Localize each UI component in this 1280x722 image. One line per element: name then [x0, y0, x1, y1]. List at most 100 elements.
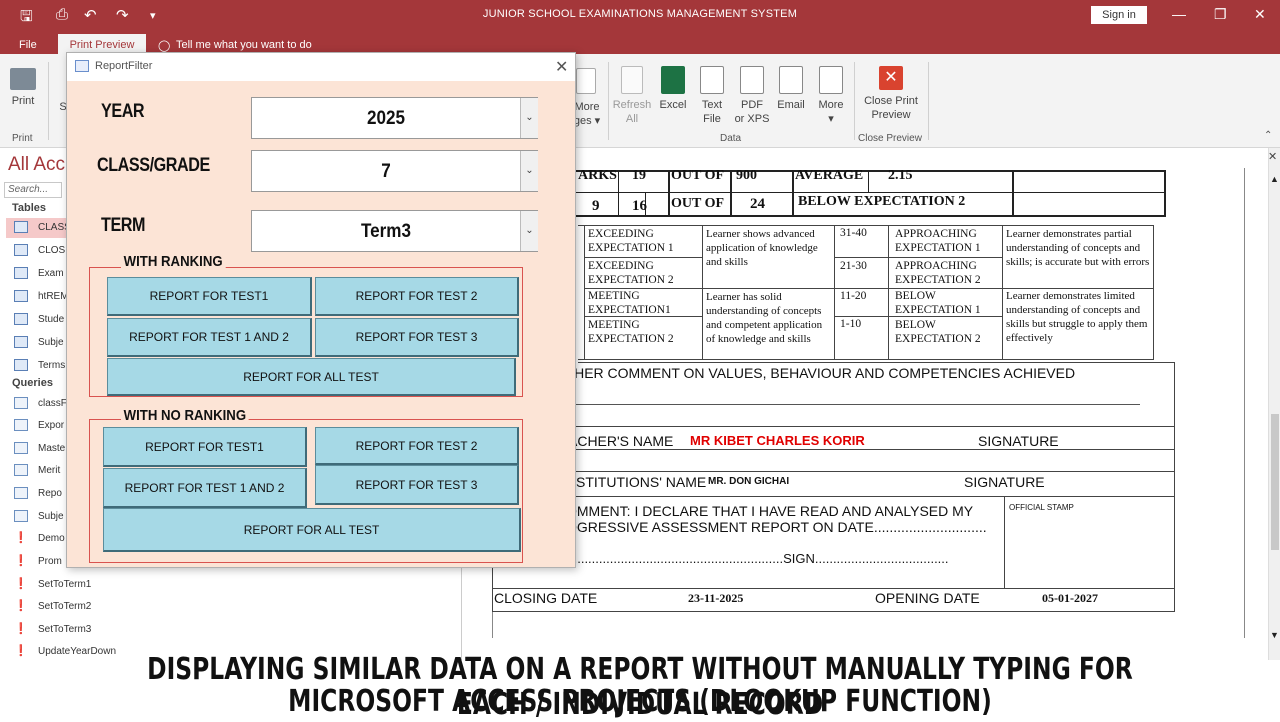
- tab-file[interactable]: File: [19, 39, 37, 51]
- dialog-close-icon[interactable]: ✕: [555, 57, 568, 77]
- email-button[interactable]: Email: [774, 66, 808, 112]
- more-pages-button[interactable]: More ges ▾: [572, 100, 602, 128]
- text-file-icon: [700, 66, 724, 94]
- ranked-test1-and-2-button[interactable]: REPORT FOR TEST 1 AND 2: [107, 318, 312, 357]
- unranked-test1-and-2-button[interactable]: REPORT FOR TEST 1 AND 2: [103, 468, 307, 508]
- nav-macro-item[interactable]: ❗ SetToTerm1: [14, 575, 454, 595]
- scroll-down-icon[interactable]: ▼: [1270, 630, 1279, 640]
- report-out-of-value-2: 24: [750, 196, 765, 212]
- report-out-of-label-2: OUT OF: [671, 196, 725, 211]
- year-combo[interactable]: 2025 ⌄: [251, 97, 538, 139]
- chevron-down-icon[interactable]: ⌄: [520, 151, 538, 191]
- more-pages-icon: [576, 68, 596, 94]
- parent-comment-line1: OMMENT: I DECLARE THAT I HAVE READ AND A…: [566, 503, 974, 519]
- year-value: 2025: [366, 108, 406, 129]
- report-out-of-label: OUT OF: [671, 168, 725, 183]
- head-name-value: MR. DON GICHAI: [708, 476, 790, 487]
- query-icon: [14, 442, 28, 455]
- ranked-test1-button[interactable]: REPORT FOR TEST1: [107, 277, 312, 316]
- ranked-test3-button[interactable]: REPORT FOR TEST 3: [315, 318, 519, 357]
- head-name-label: STITUTIONS' NAME: [576, 474, 707, 490]
- rubric-level-4: MEETING EXPECTATION 2: [588, 319, 674, 345]
- pdf-export-button[interactable]: PDF or XPS: [732, 66, 772, 126]
- query-icon: [14, 419, 28, 432]
- macro-icon: ❗: [14, 645, 28, 658]
- rubric-level-1: EXCEEDING EXPECTATION 1: [588, 228, 674, 254]
- sign-in-button[interactable]: Sign in: [1091, 6, 1147, 24]
- table-icon: [14, 221, 28, 234]
- video-caption: DISPLAYING SIMILAR DATA ON A REPORT WITH…: [0, 652, 1280, 722]
- teacher-name-label: ACHER'S NAME: [568, 433, 674, 449]
- report-position-a: 9: [592, 198, 600, 214]
- scroll-up-icon[interactable]: ▲: [1270, 174, 1279, 184]
- excel-icon: [661, 66, 685, 94]
- rubric-level-2: EXCEEDING EXPECTATION 2: [588, 260, 674, 286]
- form-icon: [75, 60, 89, 72]
- nav-pane-title[interactable]: All Acc: [8, 154, 65, 176]
- class-combo[interactable]: 7 ⌄: [251, 150, 538, 192]
- collapse-ribbon-icon[interactable]: ⌃: [1264, 130, 1272, 141]
- report-filter-dialog[interactable]: ReportFilter ✕ YEAR 2025 ⌄ CLASS/GRADE 7…: [66, 52, 576, 568]
- closing-date-value: 23-11-2025: [688, 591, 744, 605]
- chevron-down-icon[interactable]: ⌄: [520, 98, 538, 138]
- close-window-icon[interactable]: ✕: [1254, 6, 1266, 23]
- restore-icon[interactable]: ❐: [1214, 6, 1227, 23]
- close-report-icon[interactable]: ✕: [1268, 150, 1277, 163]
- rubric-range-2: 21-30: [840, 260, 867, 272]
- year-label: YEAR: [101, 101, 145, 122]
- rubric-range-level-4: BELOW EXPECTATION 2: [895, 319, 981, 345]
- rubric-desc-meeting: Learner has solid understanding of conce…: [706, 291, 823, 345]
- email-icon: [779, 66, 803, 94]
- head-signature-label: SIGNATURE: [964, 474, 1045, 490]
- rubric-desc-below: Learner demonstrates limited understandi…: [1006, 290, 1148, 344]
- scroll-thumb[interactable]: [1271, 414, 1279, 550]
- app-title: JUNIOR SCHOOL EXAMINATIONS MANAGEMENT SY…: [482, 8, 798, 20]
- nav-macro-item[interactable]: ❗ SetToTerm2: [14, 597, 454, 617]
- rubric-level-3: MEETING EXPECTATION1: [588, 290, 671, 316]
- ranked-test2-button[interactable]: REPORT FOR TEST 2: [315, 277, 519, 316]
- tell-me-box[interactable]: Tell me what you want to do: [176, 39, 312, 51]
- table-icon: [14, 267, 28, 280]
- ranking-group-label: WITH RANKING: [121, 253, 226, 270]
- refresh-all-button[interactable]: Refresh All: [612, 66, 652, 126]
- text-file-export-button[interactable]: Text File: [696, 66, 728, 126]
- data-group-label: Data: [720, 133, 742, 144]
- table-icon: [14, 244, 28, 257]
- more-export-icon: [819, 66, 843, 94]
- unranked-test1-button[interactable]: REPORT FOR TEST1: [103, 427, 307, 467]
- nav-section-queries[interactable]: Queries: [12, 377, 53, 389]
- print-group-label: Print: [12, 133, 33, 144]
- macro-icon: ❗: [14, 532, 28, 545]
- nav-macro-item[interactable]: ❗ SetToTerm3: [14, 620, 454, 640]
- table-icon: [14, 313, 28, 326]
- nav-section-tables[interactable]: Tables: [12, 202, 46, 214]
- teacher-name-value: MR KIBET CHARLES KORIR: [690, 433, 865, 448]
- unranked-test2-button[interactable]: REPORT FOR TEST 2: [315, 427, 519, 465]
- term-combo[interactable]: Term3 ⌄: [251, 210, 538, 252]
- close-print-preview-button[interactable]: ✕ Close Print Preview: [860, 66, 922, 122]
- unranked-test3-button[interactable]: REPORT FOR TEST 3: [315, 465, 519, 505]
- term-label: TERM: [101, 215, 146, 236]
- term-value: Term3: [360, 221, 412, 242]
- query-icon: [14, 487, 28, 500]
- ribbon-tabs: File Print Preview ◯ Tell me what you wa…: [0, 30, 1280, 54]
- more-export-button[interactable]: More ▾: [814, 66, 848, 126]
- chevron-down-icon[interactable]: ⌄: [520, 211, 538, 251]
- vertical-scrollbar[interactable]: ▲ ▼: [1268, 148, 1280, 660]
- print-button[interactable]: Print: [6, 68, 40, 108]
- tab-print-preview[interactable]: Print Preview: [58, 34, 146, 54]
- macro-icon: ❗: [14, 578, 28, 591]
- report-position-b: 16: [632, 198, 647, 214]
- excel-export-button[interactable]: Excel: [656, 66, 690, 112]
- unranked-all-test-button[interactable]: REPORT FOR ALL TEST: [103, 508, 521, 552]
- rubric-range-level-3: BELOW EXPECTATION 1: [895, 290, 981, 316]
- rubric-desc-exceeding: Learner shows advanced application of kn…: [706, 228, 818, 268]
- table-icon: [14, 359, 28, 372]
- ranked-all-test-button[interactable]: REPORT FOR ALL TEST: [107, 358, 516, 396]
- opening-date-label: OPENING DATE: [875, 590, 980, 606]
- teacher-comment-heading: CHER COMMENT ON VALUES, BEHAVIOUR AND CO…: [564, 365, 1076, 381]
- minimize-icon[interactable]: —: [1172, 6, 1186, 22]
- opening-date-value: 05-01-2027: [1042, 591, 1098, 605]
- report-out-of-value: 900: [736, 168, 757, 183]
- nav-search-input[interactable]: Search...: [4, 182, 62, 198]
